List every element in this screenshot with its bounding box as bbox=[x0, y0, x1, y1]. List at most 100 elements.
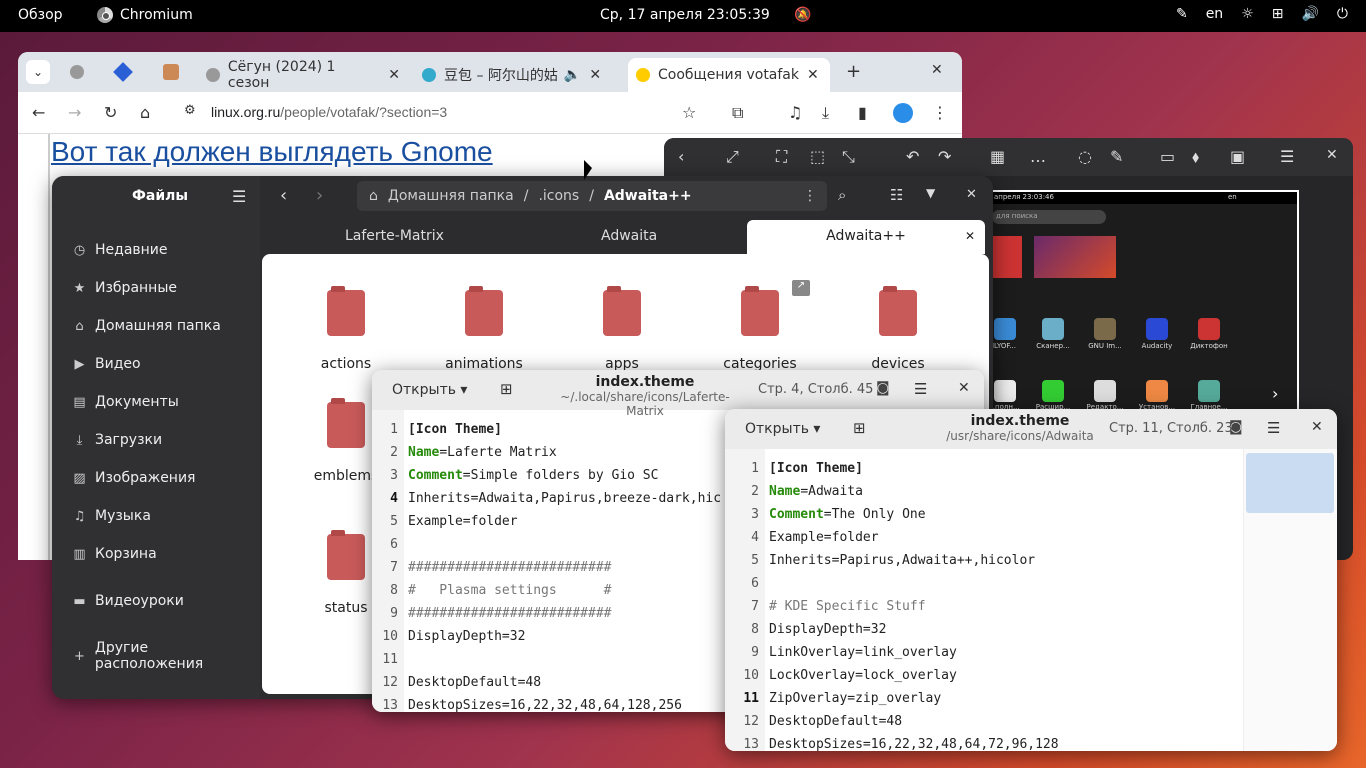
folder-devices[interactable]: devices bbox=[843, 286, 953, 372]
path-segment-icons[interactable]: .icons bbox=[538, 188, 579, 204]
tag-icon[interactable]: ⬧ bbox=[1192, 147, 1199, 167]
tab-search-button[interactable]: ⌄ bbox=[26, 60, 50, 84]
sidebar-item-trash[interactable]: ▥ Корзина bbox=[72, 546, 156, 562]
sidebar-item-home[interactable]: ⌂ Домашняя папка bbox=[72, 318, 220, 334]
close-icon[interactable]: ✕ bbox=[965, 229, 975, 243]
folder-animations[interactable]: animations bbox=[429, 286, 539, 372]
open-menu-button[interactable]: Открыть ▾ bbox=[745, 421, 820, 437]
system-tray[interactable]: ✎ en ☼ ⊞ 🔊 ⏻ bbox=[1176, 6, 1348, 22]
network-icon[interactable]: ⊞ bbox=[1272, 6, 1284, 22]
language-indicator[interactable]: en bbox=[1206, 6, 1224, 22]
side-panel-icon[interactable]: ▮ bbox=[858, 103, 867, 122]
toolbox-icon[interactable]: ▣ bbox=[1230, 147, 1245, 166]
close-icon[interactable]: ✕ bbox=[807, 67, 819, 83]
sidebar-item-recent[interactable]: ◷ Недавние bbox=[72, 242, 168, 258]
folder-actions[interactable]: actions bbox=[291, 286, 401, 372]
tab-adwaita[interactable]: Adwaita bbox=[601, 228, 657, 244]
close-icon[interactable]: ✕ bbox=[1326, 147, 1338, 163]
new-tab-icon[interactable]: ⊞ bbox=[500, 380, 513, 398]
tab-messages[interactable]: Сообщения votafak ✕ bbox=[628, 58, 830, 92]
new-tab-button[interactable]: + bbox=[846, 61, 861, 82]
minimap[interactable] bbox=[1243, 449, 1337, 751]
sidebar-label: Изображения bbox=[95, 470, 196, 486]
sidebar-item-documents[interactable]: ▤ Документы bbox=[72, 394, 178, 410]
menu-icon[interactable]: ☰ bbox=[1280, 147, 1294, 166]
tab-favicon-1[interactable] bbox=[70, 65, 84, 79]
back-icon[interactable]: ‹ bbox=[280, 185, 287, 206]
chevron-down-icon[interactable]: ▼ bbox=[926, 186, 935, 200]
cursor-position[interactable]: Стр. 4, Столб. 45 bbox=[758, 382, 873, 397]
hamburger-icon[interactable]: ☰ bbox=[232, 187, 246, 206]
app-menu[interactable]: Chromium bbox=[97, 7, 193, 23]
site-info-icon[interactable]: ⚙ bbox=[184, 103, 196, 118]
clock[interactable]: Ср, 17 апреля 23:05:39 🔕 bbox=[600, 7, 812, 23]
list-view-icon[interactable]: ☷ bbox=[890, 186, 903, 204]
bulb-icon[interactable]: ◌ bbox=[1078, 147, 1092, 166]
forward-icon[interactable]: › bbox=[316, 185, 323, 206]
path-segment-home[interactable]: Домашняя папка bbox=[388, 188, 514, 204]
speaker-icon[interactable]: 🔈 bbox=[564, 67, 581, 83]
menu-icon[interactable]: ☰ bbox=[914, 380, 927, 398]
close-icon[interactable]: ✕ bbox=[958, 380, 970, 396]
back-icon[interactable]: ← bbox=[32, 103, 45, 122]
menu-icon[interactable]: ⋮ bbox=[932, 103, 948, 122]
search-icon[interactable]: ⌕ bbox=[838, 186, 846, 204]
editor-text-area[interactable]: 1 [Icon Theme] 2 Name=Adwaita 3 Comment=The O… bbox=[725, 449, 1337, 751]
media-icon[interactable]: ♫ bbox=[788, 103, 802, 122]
volume-icon[interactable]: 🔊 bbox=[1301, 6, 1318, 22]
sidebar-item-downloads[interactable]: ⤓ Загрузки bbox=[72, 432, 162, 448]
sidebar-item-starred[interactable]: ★ Избранные bbox=[72, 280, 177, 296]
close-icon[interactable]: ✕ bbox=[589, 67, 601, 83]
tab-favicon-3[interactable] bbox=[163, 64, 179, 80]
back-icon[interactable]: ‹ bbox=[678, 147, 684, 166]
bookmark-star-icon[interactable]: ☆ bbox=[682, 103, 696, 122]
download-icon[interactable]: ⤓ bbox=[822, 103, 829, 123]
extensions-icon[interactable]: ⧉ bbox=[732, 103, 743, 123]
brightness-icon[interactable]: ☼ bbox=[1241, 6, 1254, 22]
address-bar[interactable]: linux.org.ru/people/votafak/?section=3 bbox=[211, 104, 447, 120]
tab-adwaita-plus[interactable]: Adwaita++ ✕ bbox=[747, 220, 985, 254]
more-icon[interactable]: … bbox=[1030, 147, 1046, 166]
power-icon[interactable]: ⏻ bbox=[1337, 6, 1348, 22]
folder-categories[interactable]: categories ↗ bbox=[705, 280, 815, 372]
cursor-position[interactable]: Стр. 11, Столб. 23 bbox=[1109, 421, 1233, 436]
path-menu-icon[interactable]: ⋮ bbox=[803, 188, 817, 204]
home-icon[interactable]: ⌂ bbox=[140, 103, 150, 122]
crop-icon[interactable]: ⛶ bbox=[776, 147, 787, 167]
page-heading-link[interactable]: Вот так должен выглядеть Gnome bbox=[51, 136, 493, 168]
reload-icon[interactable]: ↻ bbox=[104, 103, 117, 122]
sidebar-item-video[interactable]: ▶ Видео bbox=[72, 356, 141, 372]
folder-apps[interactable]: apps bbox=[567, 286, 677, 372]
open-menu-button[interactable]: Открыть ▾ bbox=[392, 382, 467, 398]
tab-doubao[interactable]: 豆包 – 阿尔山的姑 🔈 ✕ bbox=[414, 58, 629, 92]
brush-icon[interactable]: ✎ bbox=[1110, 147, 1123, 166]
document-icon[interactable]: ◙ bbox=[1229, 419, 1243, 435]
fullscreen-icon[interactable]: ⤢ bbox=[726, 147, 739, 167]
path-bar[interactable]: ⌂ Домашняя папка / .icons / Adwaita++ ⋮ bbox=[357, 181, 827, 211]
close-icon[interactable]: ✕ bbox=[966, 187, 977, 202]
tab-favicon-2[interactable] bbox=[113, 62, 133, 82]
activities-button[interactable]: Обзор bbox=[18, 7, 63, 23]
profile-avatar[interactable] bbox=[893, 103, 913, 123]
forward-icon[interactable]: → bbox=[68, 103, 81, 122]
new-tab-icon[interactable]: ⊞ bbox=[853, 419, 866, 437]
fit-icon[interactable]: ⤡ bbox=[842, 147, 855, 167]
tab-shogun[interactable]: Сёгун (2024) 1 сезон ✕ bbox=[198, 58, 408, 92]
sidebar-item-other-locations[interactable]: + Другие расположения bbox=[72, 640, 260, 672]
tab-laferte-matrix[interactable]: Laferte-Matrix bbox=[345, 228, 444, 244]
close-icon[interactable]: ✕ bbox=[388, 67, 400, 83]
close-icon[interactable]: ✕ bbox=[1311, 419, 1323, 435]
undo-icon[interactable]: ↶ bbox=[906, 147, 919, 166]
path-segment-current[interactable]: Adwaita++ bbox=[604, 188, 692, 204]
comment-icon[interactable]: ▭ bbox=[1160, 147, 1175, 166]
menu-icon[interactable]: ☰ bbox=[1267, 419, 1280, 437]
document-icon[interactable]: ◙ bbox=[876, 380, 890, 396]
checker-icon[interactable]: ▦ bbox=[990, 147, 1005, 166]
sidebar-item-images[interactable]: ▨ Изображения bbox=[72, 470, 195, 486]
sidebar-item-videolessons[interactable]: ▬ Видеоуроки bbox=[72, 593, 184, 609]
redo-icon[interactable]: ↷ bbox=[938, 147, 951, 166]
sidebar-item-music[interactable]: ♫ Музыка bbox=[72, 508, 151, 524]
select-icon[interactable]: ⬚ bbox=[810, 147, 825, 166]
window-close-button[interactable]: ✕ bbox=[931, 62, 943, 78]
pen-icon[interactable]: ✎ bbox=[1176, 6, 1188, 22]
